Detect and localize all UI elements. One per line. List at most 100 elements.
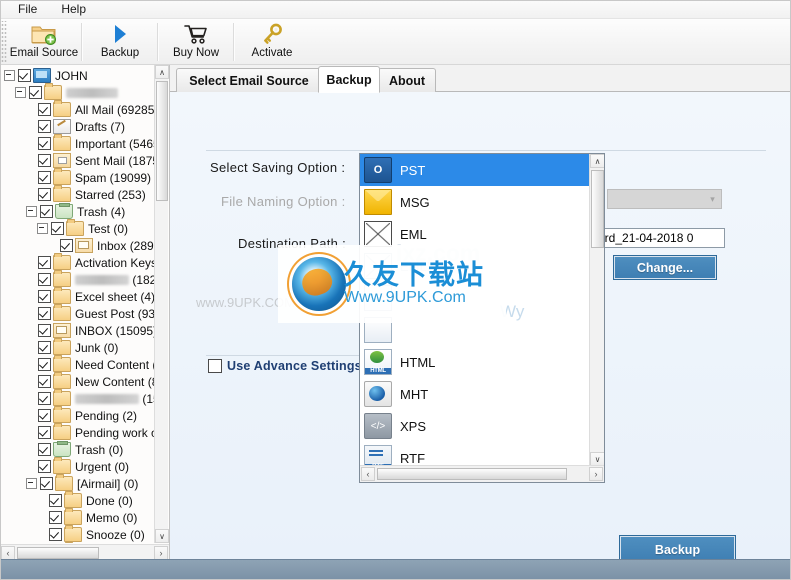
- tree-item[interactable]: Drafts (7): [0, 118, 155, 135]
- tree-item[interactable]: Spam (19099): [0, 168, 155, 186]
- tree-item-checkbox[interactable]: [38, 256, 51, 269]
- tree-item-checkbox[interactable]: [38, 409, 51, 422]
- tree-item[interactable]: All Mail (69285): [0, 100, 155, 118]
- tree-expander-icon[interactable]: [26, 478, 37, 489]
- tree-item-checkbox[interactable]: [49, 511, 62, 524]
- tree-item[interactable]: Pending work of s: [0, 423, 155, 441]
- tab-backup[interactable]: Backup: [318, 66, 380, 93]
- destination-path-input[interactable]: ard_21-04-2018 0: [595, 228, 725, 248]
- tree-item[interactable]: Excel sheet (4): [0, 287, 155, 305]
- tree-item-checkbox[interactable]: [38, 103, 51, 116]
- tree-item-checkbox[interactable]: [38, 120, 51, 133]
- tree-expander-icon[interactable]: [4, 70, 15, 81]
- tree-item[interactable]: Snooze (0): [0, 525, 155, 543]
- tree-item[interactable]: INBOX (15095): [0, 322, 155, 339]
- use-advance-settings-checkbox[interactable]: Use Advance Settings: [208, 359, 362, 373]
- dropdown-scroll-down-button[interactable]: ∨: [590, 452, 604, 466]
- tree-item[interactable]: JOHN: [0, 67, 155, 84]
- tree-item[interactable]: Pending (2): [0, 406, 155, 424]
- tree-item-checkbox[interactable]: [29, 86, 42, 99]
- tree-item-checkbox[interactable]: [49, 528, 62, 541]
- tree-item-checkbox[interactable]: [40, 205, 53, 218]
- dropdown-option[interactable]: EML: [360, 218, 590, 250]
- toolbar-button-buy-now[interactable]: Buy Now: [159, 19, 233, 63]
- tree-item-checkbox[interactable]: [38, 426, 51, 439]
- tree-vscroll-thumb[interactable]: [156, 81, 168, 201]
- toolbar-button-activate[interactable]: Activate: [235, 19, 309, 63]
- tree-item[interactable]: Memo (0): [0, 508, 155, 526]
- tree-item-checkbox[interactable]: [38, 290, 51, 303]
- tree-item[interactable]: Done (0): [0, 491, 155, 509]
- tree-item-checkbox[interactable]: [38, 188, 51, 201]
- dropdown-scroll-left-button[interactable]: ‹: [361, 467, 375, 481]
- dropdown-scroll-right-button[interactable]: ›: [589, 467, 603, 481]
- tree-item-checkbox[interactable]: [38, 307, 51, 320]
- toolbar-grip[interactable]: [0, 21, 7, 63]
- tree-item-checkbox[interactable]: [38, 460, 51, 473]
- tree-hscroll-thumb[interactable]: [17, 547, 99, 559]
- tree-item-checkbox[interactable]: [38, 375, 51, 388]
- tree-item-checkbox[interactable]: [49, 494, 62, 507]
- dropdown-vscroll-thumb[interactable]: [591, 170, 604, 248]
- chevron-down-icon-file-naming[interactable]: ▾: [704, 190, 721, 208]
- tree-item-checkbox[interactable]: [38, 273, 51, 286]
- toolbar-button-backup[interactable]: Backup: [83, 19, 157, 63]
- tree-item[interactable]: Need Content (11: [0, 355, 155, 373]
- file-naming-combobox[interactable]: ▾: [607, 189, 722, 209]
- tree-expander-icon[interactable]: [37, 223, 48, 234]
- menu-item-help[interactable]: Help: [55, 1, 96, 18]
- tree-item-checkbox[interactable]: [60, 239, 73, 252]
- dropdown-horizontal-scrollbar[interactable]: ‹ ›: [360, 465, 604, 482]
- tree-item[interactable]: Guest Post (93): [0, 304, 155, 322]
- dropdown-option[interactable]: O PST: [360, 154, 590, 186]
- tree-item[interactable]: Trash (0): [0, 441, 155, 458]
- saving-option-dropdown[interactable]: O PST MSG EML EMLX HTML MHT </> XPS RTF ∧ ∨ ‹ ›: [359, 153, 605, 483]
- dropdown-vertical-scrollbar[interactable]: ∧ ∨: [589, 154, 604, 466]
- tab-about[interactable]: About: [378, 68, 436, 92]
- dropdown-option[interactable]: MHT: [360, 378, 590, 410]
- tree-item[interactable]: (182): [0, 270, 155, 288]
- dropdown-option[interactable]: MSG: [360, 186, 590, 218]
- dropdown-option[interactable]: [360, 314, 590, 346]
- tree-scroll-up-button[interactable]: ∧: [155, 65, 169, 79]
- dropdown-option[interactable]: RTF: [360, 442, 590, 466]
- tree-item-checkbox[interactable]: [38, 324, 51, 337]
- tree-item[interactable]: Sent Mail (1875): [0, 152, 155, 169]
- tree-item-checkbox[interactable]: [38, 392, 51, 405]
- tree-item[interactable]: [Airmail] (0): [0, 474, 155, 492]
- tree-item[interactable]: Trash (4): [0, 203, 155, 220]
- tree-scroll-left-button[interactable]: ‹: [1, 546, 15, 560]
- tree-scroll-down-button[interactable]: ∨: [155, 529, 169, 543]
- tree-item[interactable]: Junk (0): [0, 338, 155, 356]
- dropdown-option[interactable]: EMLX: [360, 250, 590, 282]
- tree-item-checkbox[interactable]: [18, 69, 31, 82]
- tree-expander-icon[interactable]: [26, 206, 37, 217]
- change-button[interactable]: Change...: [613, 255, 717, 280]
- menu-item-file[interactable]: File: [12, 1, 47, 18]
- tree-item-checkbox[interactable]: [38, 137, 51, 150]
- tree-item[interactable]: New Content (8): [0, 372, 155, 390]
- tree-scroll-right-button[interactable]: ›: [154, 546, 168, 560]
- tree-item[interactable]: Inbox (2895): [0, 237, 155, 254]
- tree-item-checkbox[interactable]: [38, 443, 51, 456]
- tab-select-email-source[interactable]: Select Email Source: [176, 68, 322, 92]
- dropdown-hscroll-thumb[interactable]: [377, 468, 567, 480]
- dropdown-option[interactable]: [360, 282, 590, 314]
- tree-item[interactable]: [0, 83, 155, 101]
- tree-item-checkbox[interactable]: [51, 222, 64, 235]
- tree-item[interactable]: Activation Keys (3: [0, 253, 155, 271]
- tree-horizontal-scrollbar[interactable]: ‹ ›: [0, 544, 169, 560]
- tree-item[interactable]: Starred (253): [0, 185, 155, 203]
- tree-item[interactable]: (15: [0, 389, 155, 407]
- tree-item-checkbox[interactable]: [38, 358, 51, 371]
- tree-expander-icon[interactable]: [15, 87, 26, 98]
- toolbar-button-email-source[interactable]: Email Source: [7, 19, 81, 63]
- tree-item-checkbox[interactable]: [38, 154, 51, 167]
- dropdown-scroll-up-button[interactable]: ∧: [590, 154, 604, 168]
- tree-item-checkbox[interactable]: [38, 341, 51, 354]
- advance-settings-checkbox-box[interactable]: [208, 359, 222, 373]
- tree-item-checkbox[interactable]: [38, 171, 51, 184]
- tree-item[interactable]: Test (0): [0, 219, 155, 237]
- tree-item-checkbox[interactable]: [40, 477, 53, 490]
- tree-vertical-scrollbar[interactable]: ∧ ∨: [154, 65, 169, 543]
